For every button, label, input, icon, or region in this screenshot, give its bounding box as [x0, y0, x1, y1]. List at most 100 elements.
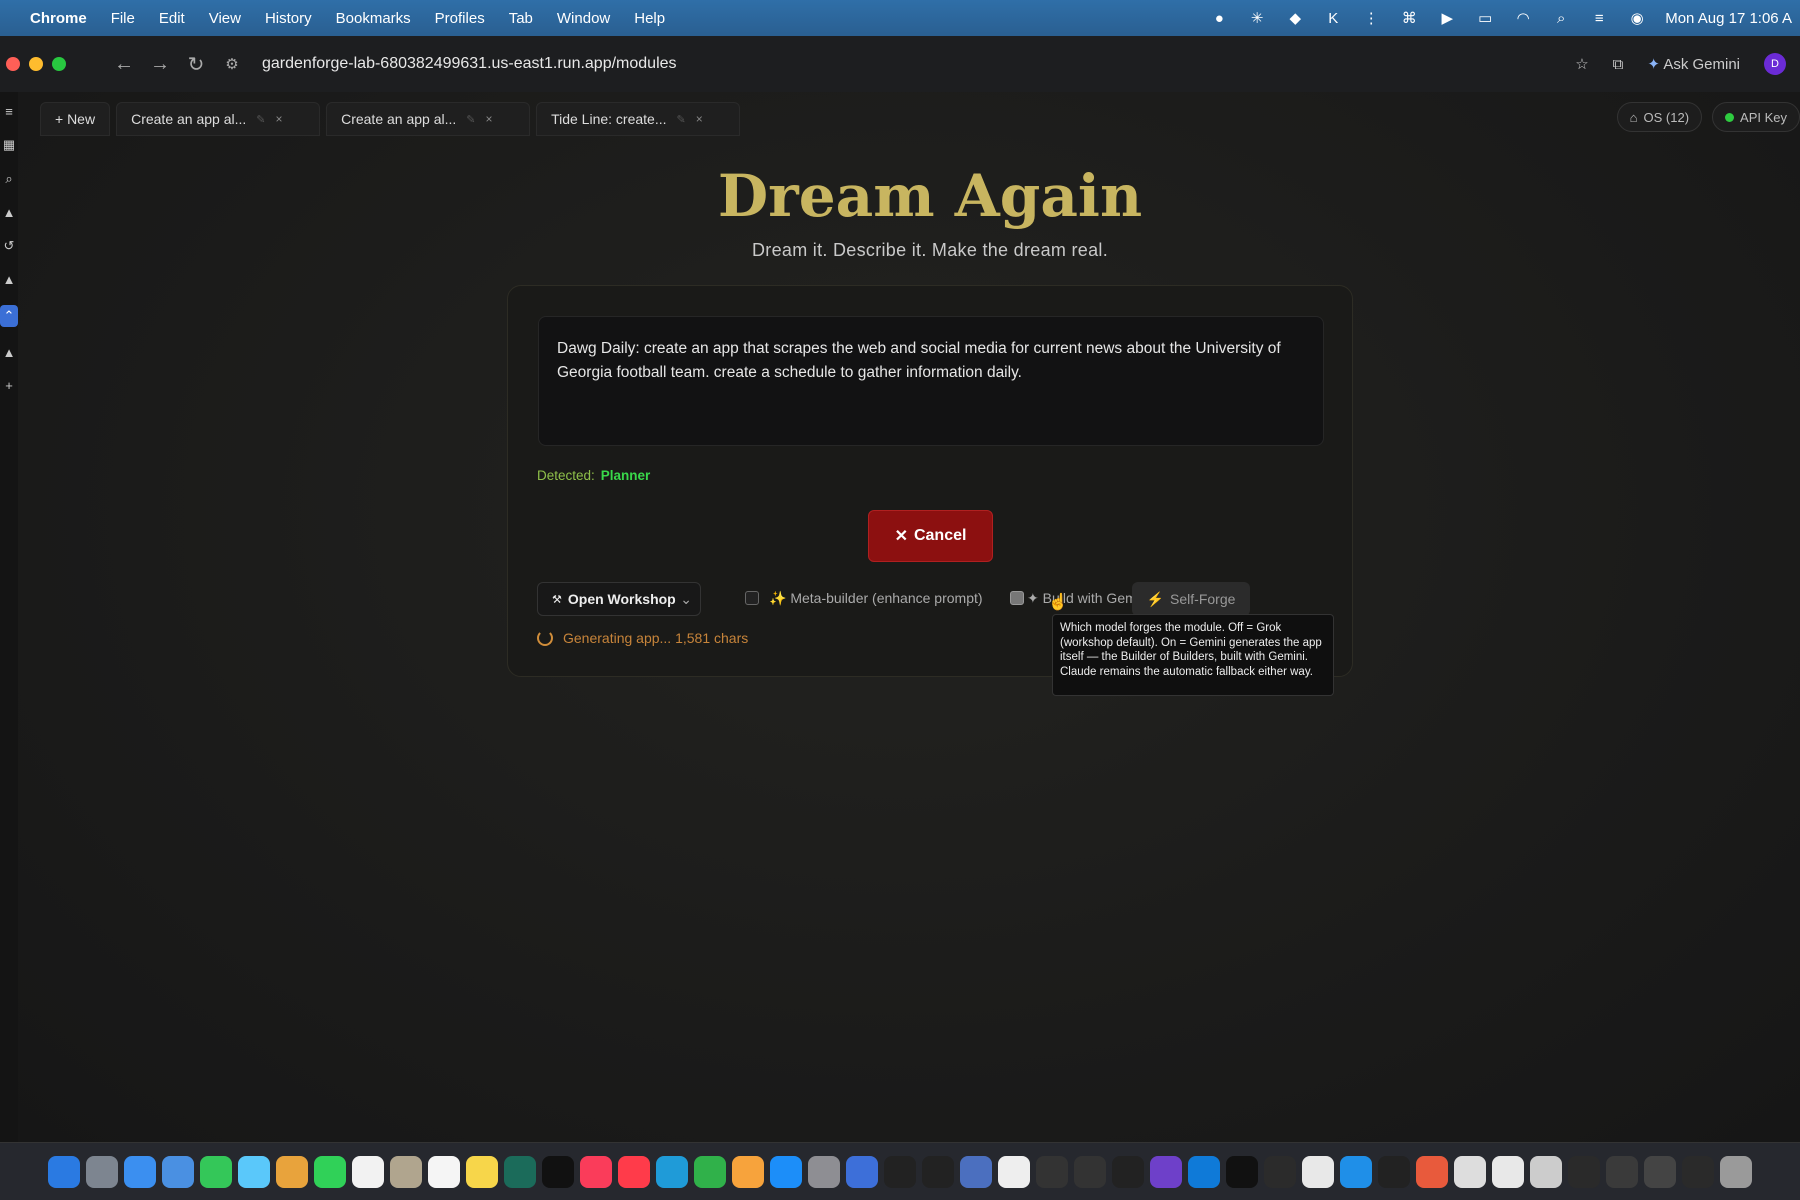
- ask-gemini-button[interactable]: ✦ Ask Gemini: [1647, 55, 1740, 73]
- facetime-icon[interactable]: [314, 1155, 346, 1188]
- k-app-icon[interactable]: K: [1323, 8, 1343, 28]
- close-icon[interactable]: ×: [696, 112, 703, 126]
- window-thumbnail[interactable]: [1682, 1155, 1714, 1188]
- back-arrow-icon[interactable]: ←: [106, 53, 142, 76]
- wifi-icon[interactable]: ◠: [1513, 8, 1533, 28]
- bookmark-star-icon[interactable]: ☆: [1575, 55, 1588, 73]
- zoom-window-button[interactable]: [52, 57, 66, 71]
- reload-icon[interactable]: ↻: [178, 52, 214, 77]
- minimize-window-button[interactable]: [29, 57, 43, 71]
- record-icon[interactable]: ●: [1209, 8, 1229, 28]
- os-count-pill[interactable]: ⌂ OS (12): [1616, 102, 1703, 132]
- cancel-button[interactable]: ✕ Cancel: [868, 510, 993, 562]
- maps-icon[interactable]: [238, 1155, 270, 1188]
- music-icon[interactable]: [580, 1155, 612, 1188]
- menu-tab[interactable]: Tab: [509, 10, 533, 27]
- app-icon[interactable]: [1416, 1155, 1448, 1188]
- close-icon[interactable]: ×: [275, 112, 282, 126]
- trash-icon[interactable]: [1720, 1155, 1752, 1188]
- grid-icon[interactable]: ⋮: [1361, 8, 1381, 28]
- terminal-icon[interactable]: [922, 1155, 954, 1188]
- play-icon[interactable]: ▶: [1437, 8, 1457, 28]
- profile-avatar[interactable]: D: [1764, 53, 1786, 75]
- control-center-icon[interactable]: ≡: [1589, 8, 1609, 28]
- add-icon[interactable]: +: [5, 378, 13, 393]
- window-thumbnail[interactable]: [1644, 1155, 1676, 1188]
- numbers-icon[interactable]: [694, 1155, 726, 1188]
- close-window-button[interactable]: [6, 57, 20, 71]
- up-triangle-icon[interactable]: ▲: [3, 345, 16, 360]
- tv-icon[interactable]: [542, 1155, 574, 1188]
- contacts-icon[interactable]: [390, 1155, 422, 1188]
- keynote-icon[interactable]: [656, 1155, 688, 1188]
- app-icon[interactable]: [1340, 1155, 1372, 1188]
- window-thumbnail[interactable]: [1606, 1155, 1638, 1188]
- sparkle-icon[interactable]: ✳: [1247, 8, 1267, 28]
- system-settings-icon[interactable]: [808, 1155, 840, 1188]
- battery-icon[interactable]: ▭: [1475, 8, 1495, 28]
- github-icon[interactable]: [1150, 1155, 1182, 1188]
- site-settings-icon[interactable]: ⚙: [214, 55, 250, 73]
- menu-edit[interactable]: Edit: [159, 10, 185, 27]
- active-rail-item[interactable]: ⌃: [0, 305, 18, 327]
- address-bar[interactable]: gardenforge-lab-680382499631.us-east1.ru…: [262, 55, 677, 73]
- open-workshop-dropdown[interactable]: ⚒ Open Workshop ⌄: [537, 582, 701, 616]
- launchpad-icon[interactable]: [86, 1155, 118, 1188]
- app-icon[interactable]: [1454, 1155, 1486, 1188]
- app-icon[interactable]: [884, 1155, 916, 1188]
- menu-app-name[interactable]: Chrome: [30, 10, 87, 27]
- cube-icon[interactable]: ◆: [1285, 8, 1305, 28]
- chrome-icon[interactable]: [1302, 1155, 1334, 1188]
- edit-pencil-icon[interactable]: ✎: [466, 113, 475, 126]
- new-tab-button[interactable]: + New: [40, 102, 111, 136]
- api-key-pill[interactable]: API Key: [1712, 102, 1800, 132]
- build-with-gemini-checkbox[interactable]: [1010, 591, 1024, 605]
- edit-pencil-icon[interactable]: ✎: [677, 113, 686, 126]
- vscode-icon[interactable]: [1188, 1155, 1220, 1188]
- app-icon[interactable]: [1264, 1155, 1296, 1188]
- tab-item[interactable]: Create an app al... ✎ ×: [326, 102, 531, 136]
- tab-item[interactable]: Create an app al... ✎ ×: [116, 102, 321, 136]
- menu-window[interactable]: Window: [557, 10, 610, 27]
- siri-icon[interactable]: ◉: [1627, 8, 1647, 28]
- menu-bookmarks[interactable]: Bookmarks: [336, 10, 411, 27]
- edit-pencil-icon[interactable]: ✎: [256, 113, 265, 126]
- forward-arrow-icon[interactable]: →: [142, 53, 178, 76]
- up-triangle-icon[interactable]: ▲: [3, 272, 16, 287]
- app-icon[interactable]: [998, 1155, 1030, 1188]
- safari-icon[interactable]: [124, 1155, 156, 1188]
- tab-item[interactable]: Tide Line: create... ✎ ×: [536, 102, 741, 136]
- close-icon[interactable]: ×: [485, 112, 492, 126]
- menu-history[interactable]: History: [265, 10, 312, 27]
- menu-file[interactable]: File: [111, 10, 135, 27]
- menu-help[interactable]: Help: [634, 10, 665, 27]
- app-icon[interactable]: [846, 1155, 878, 1188]
- network-icon[interactable]: ⌘: [1399, 8, 1419, 28]
- calendar-icon[interactable]: [352, 1155, 384, 1188]
- reminders-icon[interactable]: [428, 1155, 460, 1188]
- menu-view[interactable]: View: [209, 10, 241, 27]
- prompt-textarea[interactable]: Dawg Daily: create an app that scrapes t…: [538, 316, 1324, 446]
- freeform-icon[interactable]: [504, 1155, 536, 1188]
- finder-icon[interactable]: [48, 1155, 80, 1188]
- app-icon[interactable]: [1074, 1155, 1106, 1188]
- messages-icon[interactable]: [200, 1155, 232, 1188]
- mail-icon[interactable]: [162, 1155, 194, 1188]
- app-icon[interactable]: [1112, 1155, 1144, 1188]
- app-store-icon[interactable]: [770, 1155, 802, 1188]
- document-icon[interactable]: [1530, 1155, 1562, 1188]
- menu-icon[interactable]: ≡: [5, 104, 13, 119]
- search-icon[interactable]: ⌕: [1551, 8, 1571, 28]
- notes-icon[interactable]: [466, 1155, 498, 1188]
- meta-builder-checkbox[interactable]: [745, 591, 759, 605]
- pages-icon[interactable]: [732, 1155, 764, 1188]
- app-icon[interactable]: [1036, 1155, 1068, 1188]
- app-icon[interactable]: [1378, 1155, 1410, 1188]
- app-icon[interactable]: [960, 1155, 992, 1188]
- app-icon[interactable]: [1226, 1155, 1258, 1188]
- self-forge-button[interactable]: ⚡ Self-Forge: [1132, 582, 1250, 616]
- photos-icon[interactable]: [276, 1155, 308, 1188]
- apps-grid-icon[interactable]: ▦: [3, 137, 15, 153]
- meta-builder-option[interactable]: ✨ Meta-builder (enhance prompt): [769, 590, 983, 607]
- menubar-clock[interactable]: Mon Aug 17 1:06 A: [1665, 10, 1792, 27]
